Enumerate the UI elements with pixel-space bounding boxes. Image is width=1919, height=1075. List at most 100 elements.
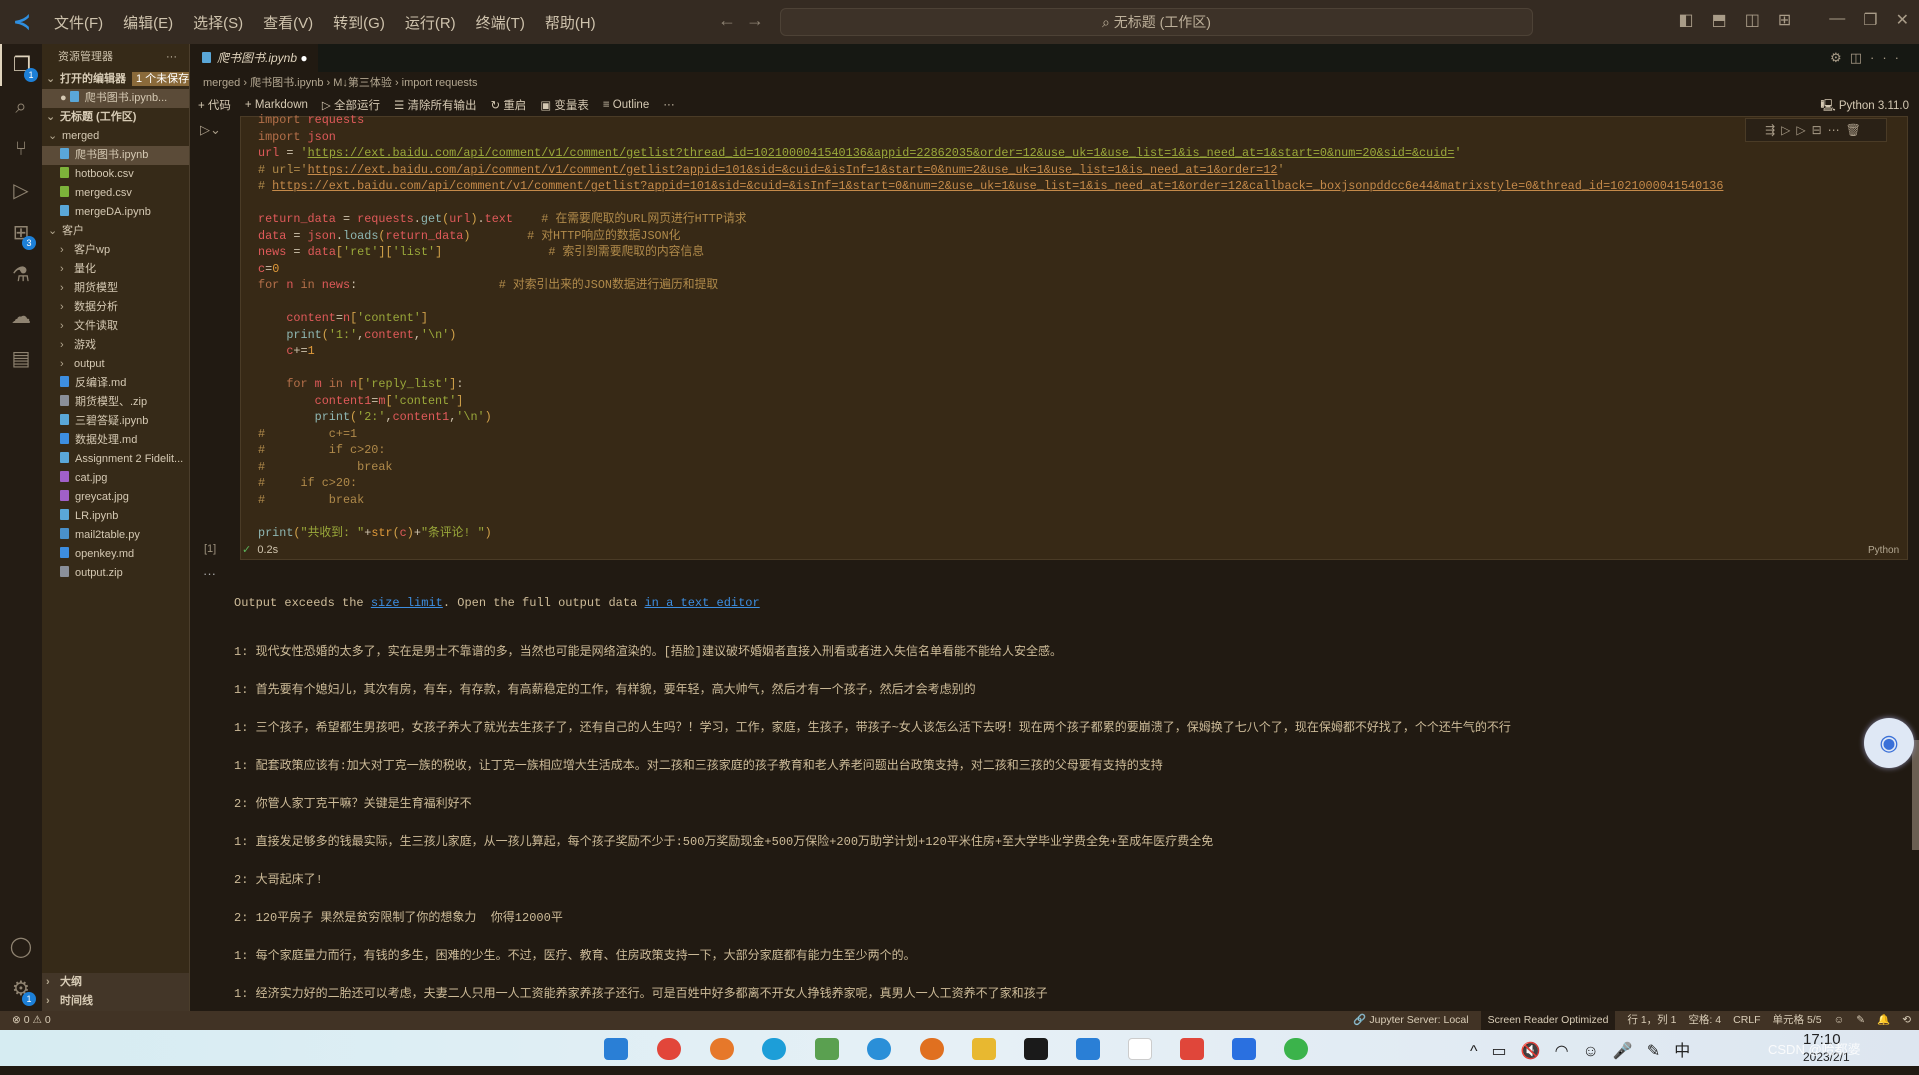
back-icon[interactable]: ← — [718, 10, 746, 30]
ime-indicator[interactable]: 中 — [1674, 1043, 1704, 1060]
screen-reader-status[interactable]: Screen Reader Optimized — [1480, 1011, 1616, 1030]
outline-section[interactable]: › 大纲 — [42, 973, 189, 992]
tree-item[interactable]: merged.csv — [42, 184, 189, 203]
tree-item[interactable]: hotbook.csv — [42, 165, 189, 184]
size-limit-link[interactable]: size limit — [371, 596, 443, 610]
maximize-button[interactable]: ❐ — [1863, 10, 1877, 30]
variables-button[interactable]: ▣ 变量表 — [540, 97, 589, 113]
tree-item[interactable]: LR.ipynb — [42, 507, 189, 526]
wps-icon[interactable] — [1180, 1038, 1204, 1060]
file-explorer-icon[interactable] — [972, 1038, 996, 1060]
breadcrumb-item[interactable]: import requests — [402, 77, 478, 89]
breadcrumb-item[interactable]: 爬书图书.ipynb — [250, 77, 323, 89]
search-app-icon[interactable] — [920, 1038, 944, 1060]
menu-item[interactable]: 帮助(H) — [535, 12, 606, 33]
tree-item[interactable]: ⌄ merged — [42, 127, 189, 146]
tree-item[interactable]: › 量化 — [42, 260, 189, 279]
close-button[interactable]: ✕ — [1896, 10, 1909, 30]
wechat-icon[interactable] — [1284, 1038, 1308, 1060]
run-by-line-icon[interactable]: ⇶ — [1765, 123, 1781, 137]
toggle-secondary-sidebar-icon[interactable]: ◫ — [1745, 10, 1760, 30]
kernel-picker[interactable]: 🖳 Python 3.11.0 — [1820, 98, 1909, 117]
pen-icon[interactable]: ✎ — [1647, 1043, 1674, 1060]
run-all-button[interactable]: ▷ 全部运行 — [322, 97, 380, 113]
chart-app-icon[interactable] — [815, 1038, 839, 1060]
tree-item[interactable]: output.zip — [42, 564, 189, 583]
tree-item[interactable]: 三碧答疑.ipynb — [42, 412, 189, 431]
minimize-button[interactable]: — — [1829, 10, 1845, 30]
docker-icon[interactable]: ☁ — [0, 296, 42, 338]
battery-icon[interactable]: ▭ — [1492, 1043, 1521, 1060]
tree-item[interactable]: › 数据分析 — [42, 298, 189, 317]
floating-assistant-icon[interactable]: ◉ — [1864, 718, 1914, 768]
testing-flask-icon[interactable]: ⚗ — [0, 254, 42, 296]
copilot-icon[interactable]: ☺ — [1834, 1011, 1845, 1030]
more-icon[interactable]: ··· — [1870, 50, 1907, 65]
tree-item[interactable]: ⌄ 客户 — [42, 222, 189, 241]
search-icon[interactable]: ⌕ — [0, 86, 42, 128]
breadcrumb-item[interactable]: merged — [203, 77, 240, 89]
cell-more-icon[interactable]: ⋯ — [1828, 123, 1846, 137]
menu-item[interactable]: 终端(T) — [466, 12, 535, 33]
line-ending[interactable]: CRLF — [1733, 1011, 1760, 1030]
tree-item[interactable]: 期货模型、.zip — [42, 393, 189, 412]
workspace-section[interactable]: ⌄ 无标题 (工作区) — [42, 108, 189, 127]
pycharm-icon[interactable] — [1024, 1038, 1048, 1060]
open-editor-item[interactable]: ● 爬书图书.ipynb... — [42, 89, 189, 108]
notebook-icon[interactable]: ▤ — [0, 338, 42, 380]
outline-button[interactable]: ≡ Outline — [603, 99, 649, 111]
run-cell-icon[interactable]: ▷⌄ — [200, 122, 221, 138]
toggle-sidebar-icon[interactable]: ◧ — [1678, 10, 1693, 30]
account-icon[interactable]: ◯ — [0, 926, 42, 968]
tree-item[interactable]: mergeDA.ipynb — [42, 203, 189, 222]
tree-item[interactable]: 反编译.md — [42, 374, 189, 393]
command-center-search[interactable]: ⌕ 无标题 (工作区) — [780, 8, 1533, 36]
open-editors-section[interactable]: ⌄ 打开的编辑器 1 个未保存 — [42, 70, 189, 89]
vscode-taskbar-icon[interactable] — [1076, 1038, 1100, 1060]
feedback-icon[interactable]: ✎ — [1856, 1011, 1865, 1030]
tree-item[interactable]: › 客户wp — [42, 241, 189, 260]
menu-item[interactable]: 编辑(E) — [113, 12, 183, 33]
execute-above-icon[interactable]: ▷ — [1781, 123, 1796, 137]
more-actions-icon[interactable]: ··· — [166, 44, 177, 70]
tree-item[interactable]: mail2table.py — [42, 526, 189, 545]
menu-item[interactable]: 运行(R) — [395, 12, 466, 33]
toggle-panel-icon[interactable]: ⬒ — [1712, 10, 1727, 30]
menu-item[interactable]: 文件(F) — [44, 12, 113, 33]
tree-item[interactable]: Assignment 2 Fidelit... — [42, 450, 189, 469]
menu-item[interactable]: 转到(G) — [323, 12, 395, 33]
gear-icon[interactable]: ⚙ — [1830, 50, 1850, 65]
microphone-icon[interactable]: 🎤 — [1613, 1043, 1647, 1060]
layout-icon[interactable]: ⊞ — [1778, 10, 1791, 30]
run-debug-icon[interactable]: ▷ — [0, 170, 42, 212]
tree-item[interactable]: greycat.jpg — [42, 488, 189, 507]
output-scrollbar[interactable] — [1912, 740, 1919, 850]
execute-below-icon[interactable]: ▷ — [1796, 123, 1811, 137]
indentation[interactable]: 空格: 4 — [1688, 1011, 1721, 1030]
problems-indicator[interactable]: ⊗ 0 ⚠ 0 — [12, 1011, 51, 1030]
split-cell-icon[interactable]: ⊟ — [1812, 123, 1828, 137]
split-editor-icon[interactable]: ◫ — [1850, 50, 1870, 65]
firefox-icon[interactable] — [710, 1038, 734, 1060]
output-more-icon[interactable]: ··· — [203, 566, 216, 581]
chrome-icon[interactable] — [657, 1038, 681, 1060]
restart-button[interactable]: ↻ 重启 — [490, 97, 526, 113]
code-editor[interactable]: import requests import json url = 'https:/… — [258, 112, 1723, 541]
text-editor-link[interactable]: in a text editor — [644, 596, 759, 610]
volume-muted-icon[interactable]: 🔇 — [1521, 1043, 1555, 1060]
sync-icon[interactable]: ⟲ — [1902, 1011, 1911, 1030]
ts-app-icon[interactable] — [867, 1038, 891, 1060]
breadcrumb-item[interactable]: M↓第三体验 — [333, 77, 392, 89]
cell-count[interactable]: 单元格 5/5 — [1773, 1011, 1822, 1030]
delete-cell-icon[interactable]: 🗑 — [1846, 123, 1867, 137]
cell-language[interactable]: Python — [1868, 545, 1899, 556]
app-tray-icon[interactable]: ☺ — [1583, 1043, 1613, 1060]
jupyter-server-status[interactable]: 🔗 Jupyter Server: Local — [1353, 1011, 1468, 1030]
tree-item[interactable]: › output — [42, 355, 189, 374]
tree-item[interactable]: 数据处理.md — [42, 431, 189, 450]
source-control-icon[interactable]: ⑂ — [0, 128, 42, 170]
start-icon[interactable] — [604, 1038, 628, 1060]
timeline-section[interactable]: › 时间线 — [42, 992, 189, 1011]
nav-arrows[interactable]: ←→ — [718, 10, 774, 31]
menu-item[interactable]: 选择(S) — [183, 12, 253, 33]
